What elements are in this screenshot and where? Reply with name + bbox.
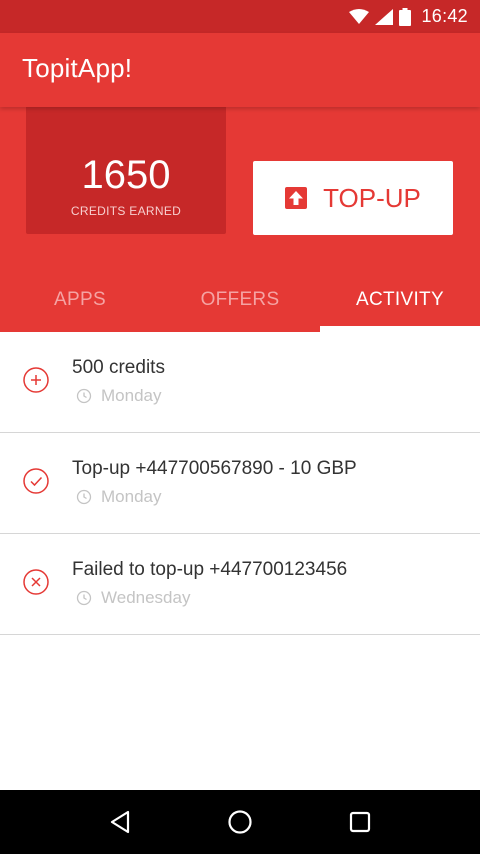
credits-value: 1650 [81, 153, 171, 197]
tab-bar: APPS OFFERS ACTIVITY [0, 267, 480, 332]
top-up-button[interactable]: TOP-UP [253, 161, 453, 235]
app-bar: TopitApp! [0, 33, 480, 107]
item-title: Failed to top-up +447700123456 [72, 559, 348, 580]
item-title: 500 credits [72, 357, 165, 378]
status-time: 16:42 [421, 6, 468, 26]
clock-icon [76, 489, 92, 505]
plus-circle-icon [23, 367, 49, 393]
arrow-up-icon [285, 187, 308, 209]
list-item[interactable]: Top-up +447700567890 - 10 GBP Monday [0, 433, 480, 534]
item-date-text: Monday [101, 386, 162, 405]
item-date-text: Monday [101, 487, 162, 506]
clock-icon [76, 388, 92, 404]
back-triangle-icon [110, 810, 130, 834]
tab-apps[interactable]: APPS [0, 267, 160, 332]
home-button[interactable] [220, 802, 260, 842]
navigation-bar [0, 790, 480, 854]
recents-square-icon [349, 811, 371, 833]
hero-panel: 1650 CREDITS EARNED TOP-UP APPS OFFERS A… [0, 107, 480, 332]
app-title: TopitApp! [22, 53, 133, 83]
credits-card: 1650 CREDITS EARNED [26, 107, 226, 234]
tab-activity[interactable]: ACTIVITY [320, 267, 480, 332]
status-bar: 16:42 [0, 0, 480, 33]
status-icons: 16:42 [349, 0, 468, 33]
cross-circle-icon [23, 569, 49, 595]
credits-label: CREDITS EARNED [70, 204, 182, 218]
list-item[interactable]: 500 credits Monday [0, 332, 480, 433]
tab-offers[interactable]: OFFERS [160, 267, 320, 332]
clock-icon [76, 590, 92, 606]
item-date-text: Wednesday [101, 588, 191, 607]
list-item[interactable]: Failed to top-up +447700123456 Wednesday [0, 534, 480, 635]
item-title: Top-up +447700567890 - 10 GBP [72, 458, 357, 479]
home-circle-icon [228, 810, 252, 834]
top-up-label: TOP-UP [323, 182, 421, 213]
back-button[interactable] [100, 802, 140, 842]
activity-list: 500 credits Monday Top-up +447700567890 … [0, 332, 480, 635]
check-circle-icon [23, 468, 49, 494]
battery-icon [399, 7, 412, 26]
signal-icon [375, 8, 394, 25]
wifi-icon [349, 8, 370, 24]
item-date: Monday [76, 487, 161, 507]
item-date: Monday [76, 386, 161, 406]
recents-button[interactable] [340, 802, 380, 842]
item-date: Wednesday [76, 588, 190, 608]
